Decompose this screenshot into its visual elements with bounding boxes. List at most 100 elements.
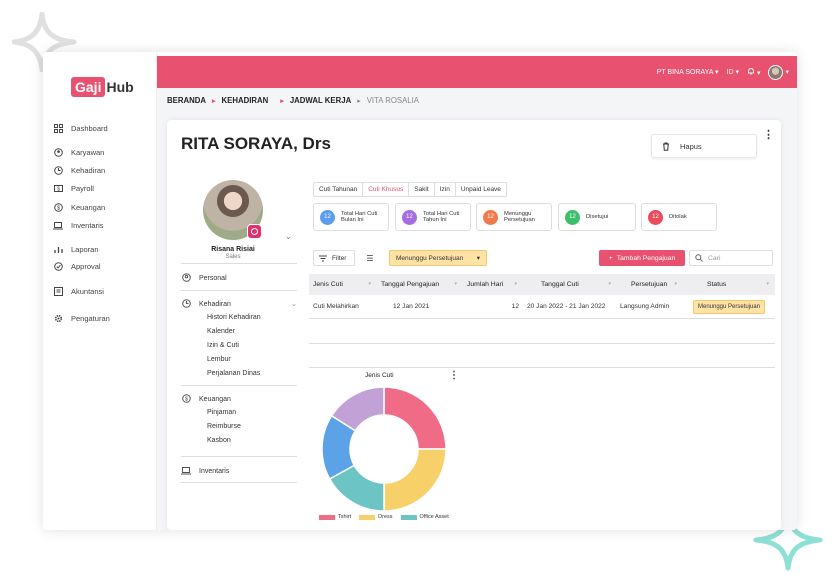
profile-name: Risana Risiai [211, 246, 255, 253]
sidebar-item-pengaturan[interactable]: Pengaturan [53, 312, 110, 324]
status-filter-value: Menunggu Persetujuan [396, 254, 464, 262]
people-icon [53, 147, 63, 157]
screenshot-stage: Gaji Hub Dashboard Karyawan Kehadiran $ … [0, 0, 834, 579]
stat-value: 12 [402, 209, 417, 225]
chevron-down-icon: ⌄ [291, 301, 297, 308]
dashboard-icon [53, 123, 63, 133]
cell-jenis-cuti: Cuti Melahirkan [313, 303, 359, 310]
legend-label: Dress [378, 514, 393, 520]
donut-slice-0[interactable] [383, 386, 447, 450]
tab-cuti-tahunan[interactable]: Cuti Tahunan [314, 183, 364, 196]
stat-value: 12 [648, 209, 663, 225]
stat-label: Menunggu Persetujuan [504, 211, 535, 223]
avatar [768, 64, 784, 80]
sort-icon: ▾ [608, 281, 611, 287]
sidebar-item-akuntansi[interactable]: Akuntansi [53, 285, 104, 297]
col-header-tanggal-pengajuan[interactable]: Tanggal Pengajuan ▾ [377, 281, 463, 288]
col-header-status[interactable]: Status ▾ [683, 281, 775, 288]
stat-value: 12 [320, 209, 335, 225]
user-menu[interactable]: ▾ [768, 64, 789, 80]
language-selector[interactable]: ID ▾ [727, 68, 739, 76]
sidebar-item-label: Inventaris [71, 220, 104, 230]
sidebar-item-inventaris[interactable]: Inventaris [53, 219, 104, 231]
status-badge: Menunggu Persetujuan [693, 300, 766, 314]
profile-menu-inventaris[interactable]: Inventaris [181, 465, 297, 477]
filter-icon [319, 255, 327, 261]
chart-title: Jenis Cuti [365, 372, 394, 379]
submenu-item[interactable]: Histori Kehadiran [181, 310, 297, 324]
more-options-icon[interactable]: ⋮ [763, 128, 774, 141]
stat-card-tahun-ini: 12 Total Hari Cuti Tahun Ini [395, 203, 471, 231]
dollar-icon: $ [181, 393, 191, 405]
col-header-label: Jumlah Hari [467, 281, 504, 288]
bar-chart-icon [53, 244, 63, 254]
chart-legend: Tshirt Dress Office Asset [319, 514, 449, 520]
status-filter-select[interactable]: Menunggu Persetujuan ▾ [389, 250, 487, 266]
sidebar-item-keuangan[interactable]: $ Keuangan [53, 201, 105, 213]
tab-cuti-khusus[interactable]: Cuti Khusus [363, 183, 410, 196]
col-header-jenis-cuti[interactable]: Jenis Cuti ▾ [309, 281, 377, 288]
profile-menu-personal[interactable]: Personal [181, 272, 297, 284]
clock-icon [181, 298, 191, 310]
sidebar-item-payroll[interactable]: $ Payroll [53, 182, 94, 194]
submenu-item[interactable]: Izin & Cuti [181, 338, 297, 352]
profile-role: Sales [225, 254, 241, 260]
sidebar-item-dashboard[interactable]: Dashboard [53, 122, 108, 134]
stat-label: Disetujui [586, 214, 609, 220]
divider [309, 343, 775, 344]
submenu-item[interactable]: Lembur [181, 352, 297, 366]
col-header-jumlah-hari[interactable]: Jumlah Hari ▾ [463, 281, 523, 288]
col-header-persetujuan[interactable]: Persetujuan ▾ [617, 281, 683, 288]
app-window: Gaji Hub Dashboard Karyawan Kehadiran $ … [43, 52, 797, 530]
divider [181, 385, 297, 386]
menu-label: Kehadiran [199, 300, 231, 308]
search-input[interactable]: Cari [689, 250, 773, 266]
breadcrumb-item-kehadiran[interactable]: KEHADIRAN [222, 96, 269, 105]
submenu-item[interactable]: Reimburse [181, 419, 297, 433]
chevron-down-icon[interactable]: ⌄ [285, 232, 292, 241]
delete-button[interactable]: Hapus [651, 134, 757, 158]
profile-menu-kehadiran: Kehadiran ⌄ Histori Kehadiran Kalender I… [181, 298, 297, 380]
submenu-item[interactable]: Pinjaman [181, 405, 297, 419]
profile-menu-kehadiran-header[interactable]: Kehadiran ⌄ [181, 298, 297, 310]
company-selector[interactable]: PT BINA SORAYA ▾ [657, 68, 719, 76]
menu-label: Keuangan [199, 395, 231, 403]
legend-swatch [359, 514, 376, 520]
breadcrumb-item-jadwal[interactable]: JADWAL KERJA [290, 96, 351, 105]
submenu-item[interactable]: Kalender [181, 324, 297, 338]
table-row[interactable]: Cuti Melahirkan 12 Jan 2021 12 20 Jan 20… [309, 295, 775, 319]
chart-more-options-icon[interactable]: ⋮ [449, 370, 459, 381]
add-request-button[interactable]: + Tambah Pengajuan [599, 250, 685, 266]
clock-icon [53, 165, 63, 175]
legend-item-office-asset[interactable]: Office Asset [400, 514, 449, 520]
notification-button[interactable]: ▾ [747, 67, 760, 77]
laptop-icon [53, 220, 63, 230]
col-header-tanggal-cuti[interactable]: Tanggal Cuti ▾ [523, 281, 617, 288]
legend-item-tshirt[interactable]: Tshirt [319, 514, 351, 520]
donut-slice-1[interactable] [383, 448, 447, 512]
logo-mark: Gaji [71, 77, 106, 97]
sidebar-item-kehadiran[interactable]: Kehadiran [53, 164, 105, 176]
legend-item-dress[interactable]: Dress [359, 514, 393, 520]
instagram-icon[interactable] [247, 224, 262, 239]
sidebar-item-laporan[interactable]: Laporan [53, 243, 99, 255]
submenu-item[interactable]: Kasbon [181, 433, 297, 447]
tab-unpaid-leave[interactable]: Unpaid Leave [456, 183, 506, 196]
tab-izin[interactable]: Izin [435, 183, 456, 196]
list-view-icon[interactable]: ☰ [361, 250, 379, 266]
tab-sakit[interactable]: Sakit [409, 183, 435, 196]
sidebar: Gaji Hub Dashboard Karyawan Kehadiran $ … [43, 52, 157, 530]
top-bar: PT BINA SORAYA ▾ ID ▾ ▾ ▾ [157, 56, 797, 88]
leave-table: Jenis Cuti ▾ Tanggal Pengajuan ▾ Jumlah Ha… [309, 274, 775, 319]
filter-button[interactable]: Filter [313, 250, 355, 266]
stat-value: 12 [483, 209, 498, 225]
delete-label: Hapus [680, 141, 702, 151]
app-logo[interactable]: Gaji Hub [71, 76, 134, 98]
sidebar-item-approval[interactable]: Approval [53, 260, 101, 272]
submenu-item[interactable]: Perjalanan Dinas [181, 366, 297, 380]
profile-menu-keuangan-header[interactable]: $ Keuangan [181, 393, 297, 405]
breadcrumb-item-beranda[interactable]: BERANDA [167, 96, 206, 105]
donut-chart [321, 386, 447, 512]
chevron-right-icon: ▸ [357, 97, 361, 105]
sidebar-item-karyawan[interactable]: Karyawan [53, 146, 104, 158]
